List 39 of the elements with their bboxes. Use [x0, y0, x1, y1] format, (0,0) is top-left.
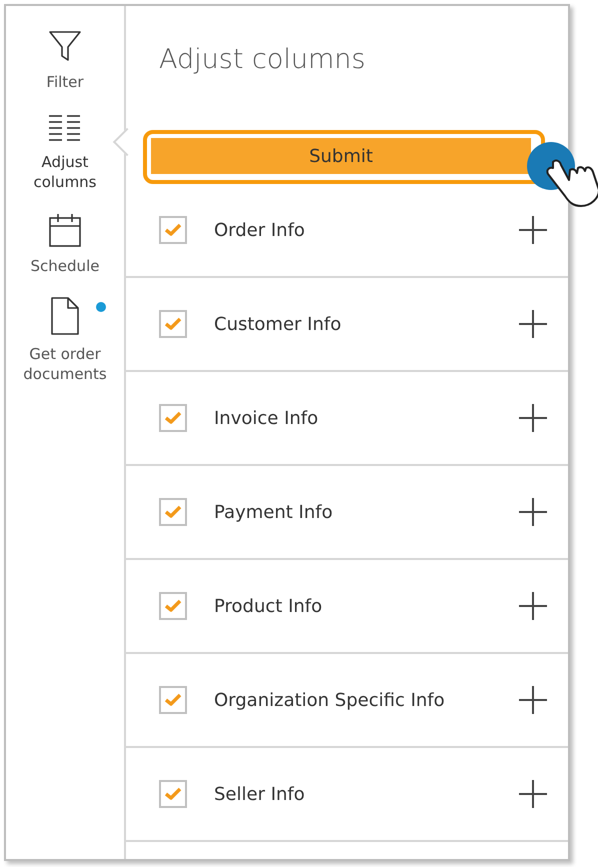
submit-button[interactable]: Submit	[151, 138, 531, 174]
checkmark-icon	[164, 223, 182, 237]
plus-icon[interactable]	[518, 215, 548, 245]
sidebar-item[interactable]: Adjust columns	[6, 112, 124, 192]
sidebar-item[interactable]: Filter	[6, 28, 124, 92]
column-group-label: Seller Info	[214, 784, 306, 804]
column-group-label: Invoice Info	[214, 408, 320, 428]
column-group-label: Customer Info	[214, 314, 342, 334]
column-group-label: Product Info	[214, 596, 324, 616]
plus-icon[interactable]	[518, 591, 548, 621]
column-group-label: Payment Info	[214, 502, 334, 522]
checkbox[interactable]	[159, 592, 187, 620]
sidebar-item[interactable]: Schedule	[6, 212, 124, 276]
checkmark-icon	[164, 411, 182, 425]
plus-icon[interactable]	[518, 779, 548, 809]
notification-dot	[96, 302, 106, 312]
checkmark-icon	[164, 599, 182, 613]
checkmark-icon	[164, 787, 182, 801]
checkbox[interactable]	[159, 216, 187, 244]
checkbox[interactable]	[159, 310, 187, 338]
column-group-label: Order Info	[214, 220, 306, 240]
checkbox[interactable]	[159, 498, 187, 526]
plus-icon[interactable]	[518, 685, 548, 715]
checkmark-icon	[164, 505, 182, 519]
filter-icon	[47, 28, 83, 64]
checkmark-icon	[164, 693, 182, 707]
column-group-label: Organization Specific Info	[214, 690, 446, 710]
checkmark-icon	[164, 317, 182, 331]
plus-icon[interactable]	[518, 403, 548, 433]
calendar-icon	[48, 212, 82, 248]
checkbox[interactable]	[159, 686, 187, 714]
checkbox[interactable]	[159, 780, 187, 808]
columns-icon	[47, 112, 83, 144]
plus-icon[interactable]	[518, 309, 548, 339]
checkbox[interactable]	[159, 404, 187, 432]
document-icon	[50, 296, 80, 336]
sidebar-item[interactable]: Get order documents	[6, 296, 124, 384]
panel-title: Adjust columns	[158, 43, 366, 77]
plus-icon[interactable]	[518, 497, 548, 527]
